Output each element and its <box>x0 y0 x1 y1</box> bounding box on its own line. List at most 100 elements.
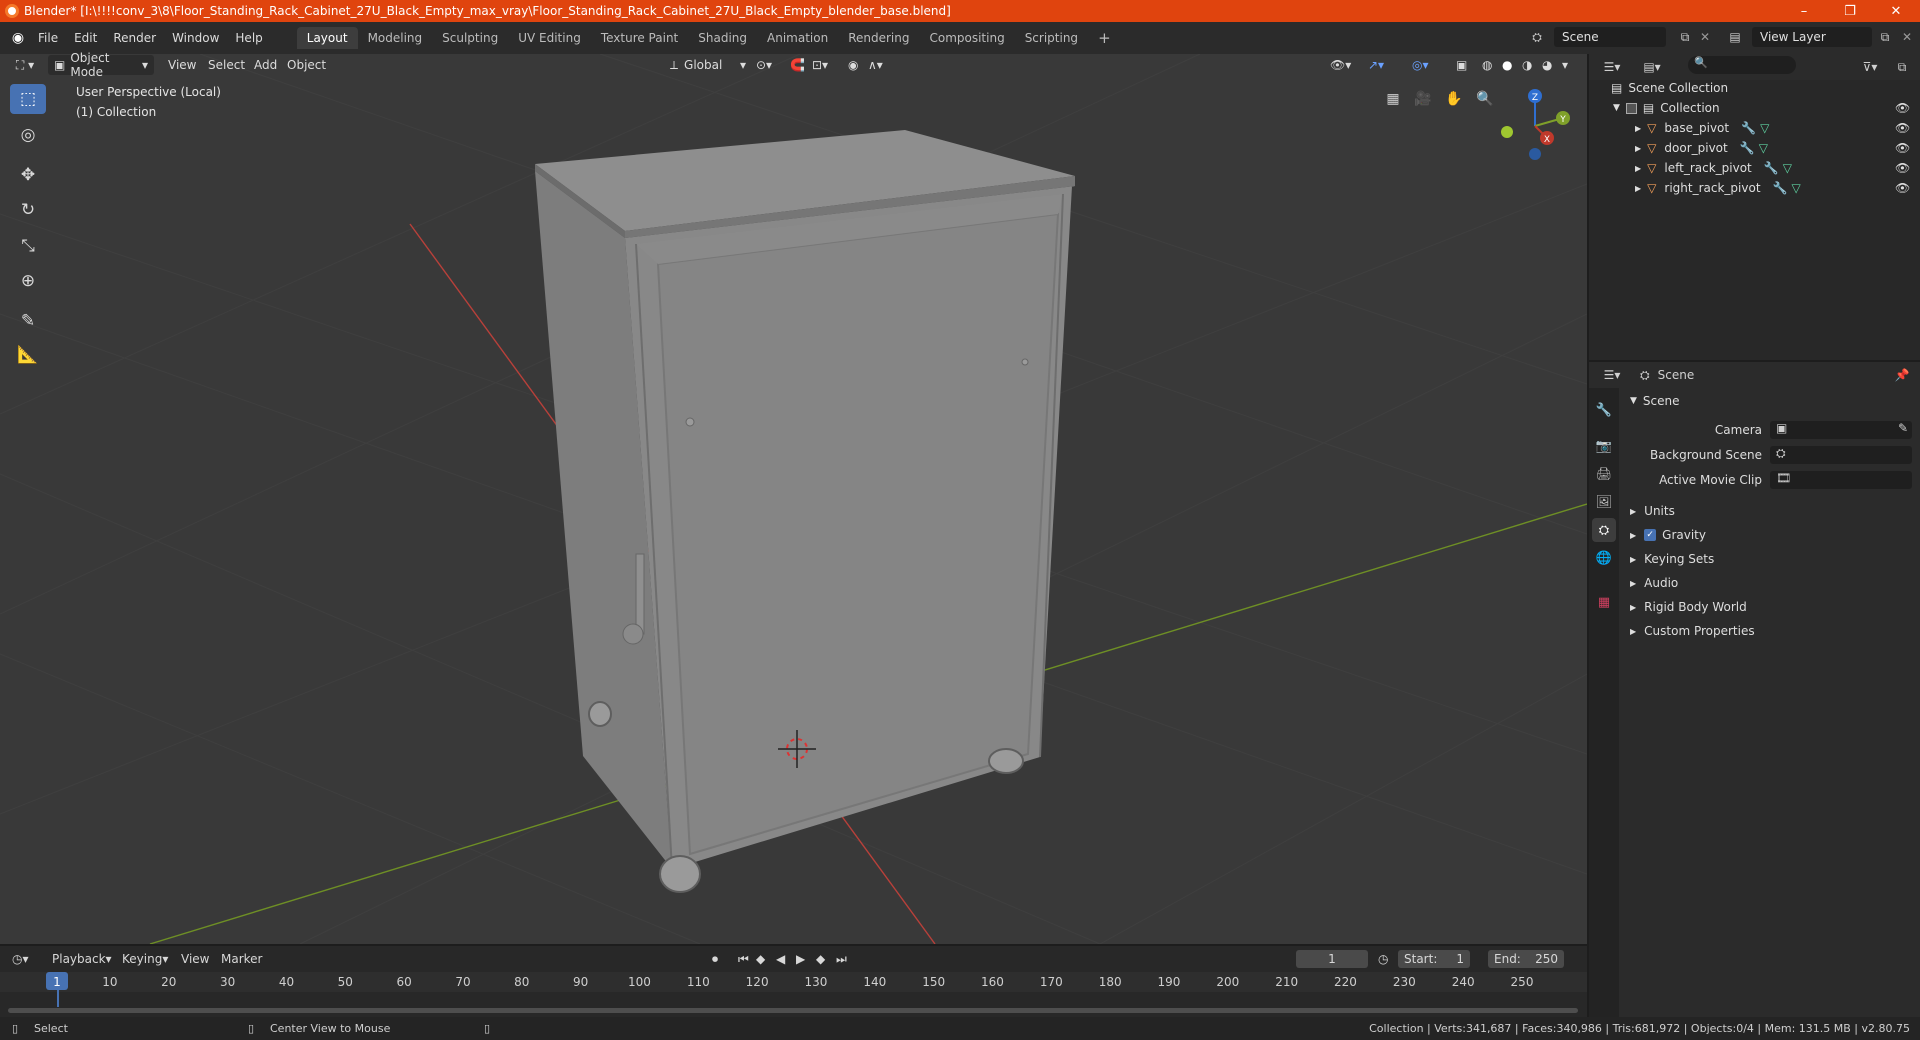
add-workspace-button[interactable]: + <box>1088 27 1121 49</box>
tab-rendering[interactable]: Rendering <box>838 27 919 49</box>
menu-timeline-view[interactable]: View <box>181 950 209 968</box>
expand-arrow-icon[interactable]: ▶ <box>1635 124 1641 133</box>
new-view-layer-icon[interactable]: ⧉ <box>1876 28 1894 46</box>
view-layer-icon[interactable]: ▤ <box>1722 28 1748 46</box>
prev-keyframe-icon[interactable]: ◆ <box>756 950 765 968</box>
pan-view-icon[interactable]: ✋ <box>1441 86 1467 112</box>
output-properties-tab[interactable]: 🖨 <box>1592 462 1616 486</box>
rigid-body-world-section[interactable]: ▶ Rigid Body World <box>1628 596 1918 618</box>
menu-help[interactable]: Help <box>227 27 270 49</box>
snap-icon[interactable]: 🧲 <box>790 55 805 75</box>
view-layer-properties-tab[interactable]: 🖼 <box>1592 490 1616 514</box>
menu-view[interactable]: View <box>168 55 196 75</box>
outliner-row-scene-collection[interactable]: ▤ Scene Collection <box>1589 78 1920 98</box>
falloff-icon[interactable]: ∧▾ <box>868 55 883 75</box>
tab-animation[interactable]: Animation <box>757 27 838 49</box>
measure-tool[interactable]: 📐 <box>10 340 46 370</box>
menu-select[interactable]: Select <box>208 55 245 75</box>
rotate-tool[interactable]: ↻ <box>10 195 46 225</box>
orientation-dropdown[interactable]: ⟂ Global ▾ <box>670 55 746 75</box>
menu-playback[interactable]: Playback ▾ <box>52 950 112 968</box>
expand-arrow-icon[interactable]: ▶ <box>1635 144 1641 153</box>
gravity-section[interactable]: ▶ ✓ Gravity <box>1628 524 1918 546</box>
texture-properties-tab[interactable]: ▦ <box>1592 590 1616 614</box>
menu-edit[interactable]: Edit <box>66 27 105 49</box>
camera-field[interactable]: ▣ ✎ <box>1770 421 1912 439</box>
preview-range-icon[interactable]: ◷ <box>1378 950 1388 968</box>
eye-icon[interactable]: 👁 <box>1895 121 1910 135</box>
minimize-button[interactable]: – <box>1782 0 1826 22</box>
outliner-row-object[interactable]: ▶ ▽ left_rack_pivot 🔧 ▽ 👁 <box>1589 158 1920 178</box>
render-properties-tab[interactable]: 📷 <box>1592 434 1616 458</box>
tab-texture-paint[interactable]: Texture Paint <box>591 27 688 49</box>
cursor-tool[interactable]: ◎ <box>10 120 46 150</box>
outliner-row-object[interactable]: ▶ ▽ right_rack_pivot 🔧 ▽ 👁 <box>1589 178 1920 198</box>
menu-add[interactable]: Add <box>254 55 277 75</box>
move-tool[interactable]: ✥ <box>10 160 46 190</box>
eye-icon[interactable]: 👁 <box>1895 161 1910 175</box>
select-box-tool[interactable]: ⬚ <box>10 84 46 114</box>
keying-sets-section[interactable]: ▶ Keying Sets <box>1628 548 1918 570</box>
gravity-checkbox[interactable]: ✓ <box>1644 529 1657 541</box>
shading-options-icon[interactable]: ▾ <box>1562 55 1568 75</box>
outliner-search-input[interactable]: 🔍 <box>1688 56 1796 74</box>
background-scene-field[interactable]: ⛭ <box>1770 446 1912 464</box>
menu-object[interactable]: Object <box>287 55 326 75</box>
delete-view-layer-icon[interactable]: ✕ <box>1898 28 1916 46</box>
transform-tool[interactable]: ⊕ <box>10 266 46 296</box>
expand-arrow-icon[interactable]: ▶ <box>1635 164 1641 173</box>
scale-tool[interactable]: ⤡ <box>10 231 46 261</box>
outliner-row-collection[interactable]: ▼ ▤ Collection 👁 <box>1589 98 1920 118</box>
maximize-button[interactable]: ❐ <box>1828 0 1872 22</box>
tab-modeling[interactable]: Modeling <box>358 27 433 49</box>
xray-icon[interactable]: ▣ <box>1456 55 1467 75</box>
timeline-scrollbar[interactable] <box>8 1008 1578 1013</box>
tab-uv-editing[interactable]: UV Editing <box>508 27 591 49</box>
display-mode-icon[interactable]: ▤▾ <box>1638 58 1666 76</box>
active-movie-clip-field[interactable]: 🎞 <box>1770 471 1912 489</box>
play-icon[interactable]: ▶ <box>796 950 805 968</box>
end-frame-field[interactable]: End: 250 <box>1488 950 1564 968</box>
navigation-gizmo[interactable]: Z Y X <box>1495 86 1575 166</box>
outliner-row-object[interactable]: ▶ ▽ base_pivot 🔧 ▽ 👁 <box>1589 118 1920 138</box>
close-button[interactable]: ✕ <box>1874 0 1918 22</box>
timeline-editor-type-icon[interactable]: ◷▾ <box>12 950 29 968</box>
start-frame-field[interactable]: Start: 1 <box>1398 950 1470 968</box>
eye-icon[interactable]: 👁 <box>1895 101 1910 115</box>
menu-render[interactable]: Render <box>105 27 164 49</box>
scene-panel-header[interactable]: ▼ Scene <box>1628 390 1918 412</box>
current-frame-field[interactable]: 1 <box>1296 950 1368 968</box>
material-shading-icon[interactable]: ◑ <box>1522 55 1532 75</box>
annotate-tool[interactable]: ✎ <box>10 306 46 336</box>
menu-marker[interactable]: Marker <box>221 950 262 968</box>
camera-view-icon[interactable]: 🎥 <box>1410 86 1436 112</box>
properties-editor-type-icon[interactable]: ☰▾ <box>1598 366 1626 384</box>
mode-dropdown[interactable]: ▣ Object Mode ▾ <box>48 51 154 79</box>
tab-scripting[interactable]: Scripting <box>1015 27 1088 49</box>
toggle-perspective-icon[interactable]: ▦ <box>1380 86 1406 112</box>
new-scene-icon[interactable]: ⧉ <box>1676 28 1694 46</box>
scene-field[interactable]: Scene <box>1554 27 1666 47</box>
outliner-editor-type-icon[interactable]: ☰▾ <box>1598 58 1626 76</box>
delete-scene-icon[interactable]: ✕ <box>1696 28 1714 46</box>
expand-arrow-icon[interactable]: ▶ <box>1635 184 1641 193</box>
tab-sculpting[interactable]: Sculpting <box>432 27 508 49</box>
eye-icon[interactable]: 👁 <box>1895 181 1910 195</box>
audio-section[interactable]: ▶ Audio <box>1628 572 1918 594</box>
pin-icon[interactable]: 📌 <box>1892 366 1912 384</box>
blender-menu-icon[interactable]: ◉ <box>6 30 30 46</box>
tab-layout[interactable]: Layout <box>296 27 358 49</box>
solid-shading-icon[interactable]: ● <box>1502 55 1512 75</box>
checkbox-icon[interactable] <box>1625 102 1637 114</box>
next-keyframe-icon[interactable]: ◆ <box>816 950 825 968</box>
menu-keying[interactable]: Keying ▾ <box>122 950 168 968</box>
auto-keying-icon[interactable]: ⏺ <box>712 950 718 968</box>
scene-properties-tab[interactable]: ⛭ <box>1592 518 1616 542</box>
tab-shading[interactable]: Shading <box>688 27 757 49</box>
jump-start-icon[interactable]: ⏮ <box>738 950 749 968</box>
filter-icon[interactable]: ⊽▾ <box>1858 58 1882 76</box>
view-layer-field[interactable]: View Layer <box>1752 27 1872 47</box>
pivot-point-icon[interactable]: ⊙▾ <box>756 55 772 75</box>
editor-type-button[interactable]: ⛶ ▾ <box>10 55 40 75</box>
overlay-toggle-icon[interactable]: ◎▾ <box>1412 55 1429 75</box>
